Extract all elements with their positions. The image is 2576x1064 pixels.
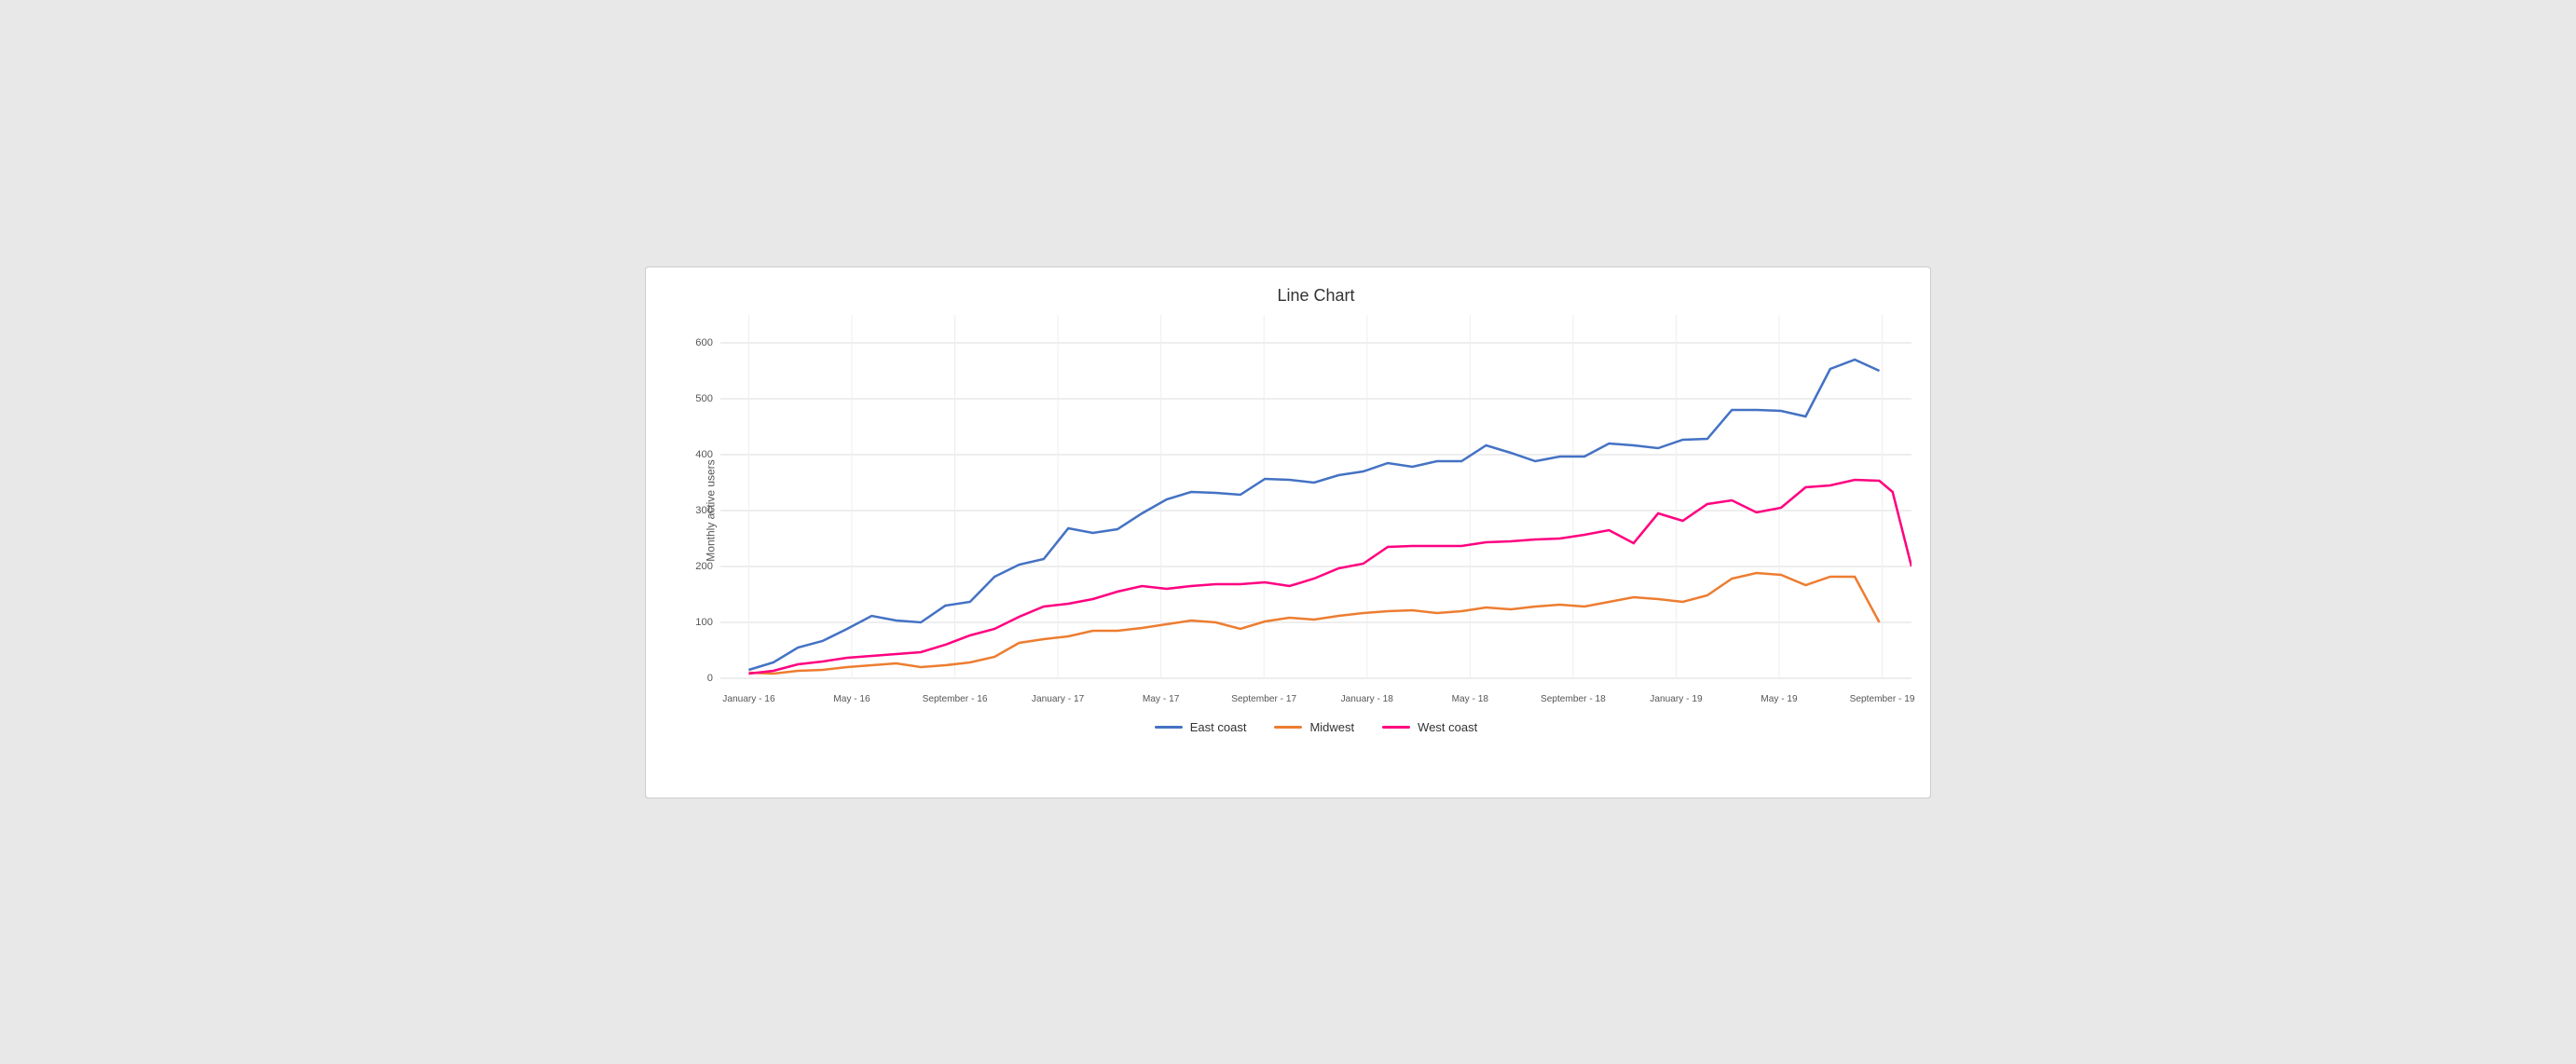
svg-text:May - 16: May - 16	[833, 694, 870, 704]
chart-area: Monthly active users 0 100 200 30	[720, 315, 1911, 706]
east-coast-legend-label: East coast	[1190, 720, 1247, 734]
chart-title: Line Chart	[720, 286, 1911, 306]
svg-text:600: 600	[695, 337, 713, 348]
svg-text:September - 19: September - 19	[1850, 694, 1915, 704]
svg-text:400: 400	[695, 449, 713, 460]
svg-text:May - 17: May - 17	[1143, 694, 1180, 704]
midwest-legend-label: Midwest	[1309, 720, 1354, 734]
east-coast-legend-line	[1155, 726, 1183, 729]
svg-text:January - 17: January - 17	[1032, 694, 1085, 704]
chart-container: Line Chart Monthly active users 0 100	[645, 266, 1931, 798]
y-axis-label: Monthly active users	[705, 459, 718, 561]
svg-text:January - 18: January - 18	[1341, 694, 1394, 704]
svg-text:500: 500	[695, 393, 713, 404]
west-coast-legend-label: West coast	[1418, 720, 1477, 734]
svg-text:100: 100	[695, 617, 713, 628]
west-coast-legend-line	[1382, 726, 1410, 729]
legend-item-west-coast: West coast	[1382, 720, 1477, 734]
midwest-legend-line	[1274, 726, 1302, 729]
svg-text:May - 18: May - 18	[1452, 694, 1489, 704]
svg-text:January - 19: January - 19	[1650, 694, 1703, 704]
svg-text:September - 16: September - 16	[923, 694, 988, 704]
svg-text:200: 200	[695, 561, 713, 572]
east-coast-line	[748, 360, 1879, 670]
svg-text:September - 17: September - 17	[1231, 694, 1296, 704]
svg-text:0: 0	[707, 673, 713, 684]
legend-item-east-coast: East coast	[1155, 720, 1247, 734]
chart-legend: East coast Midwest West coast	[720, 720, 1911, 734]
chart-svg: 0 100 200 300 400 500 600 January - 16 M…	[720, 315, 1911, 706]
legend-item-midwest: Midwest	[1274, 720, 1354, 734]
svg-text:September - 18: September - 18	[1541, 694, 1606, 704]
svg-text:January - 16: January - 16	[722, 694, 775, 704]
svg-text:May - 19: May - 19	[1761, 694, 1798, 704]
